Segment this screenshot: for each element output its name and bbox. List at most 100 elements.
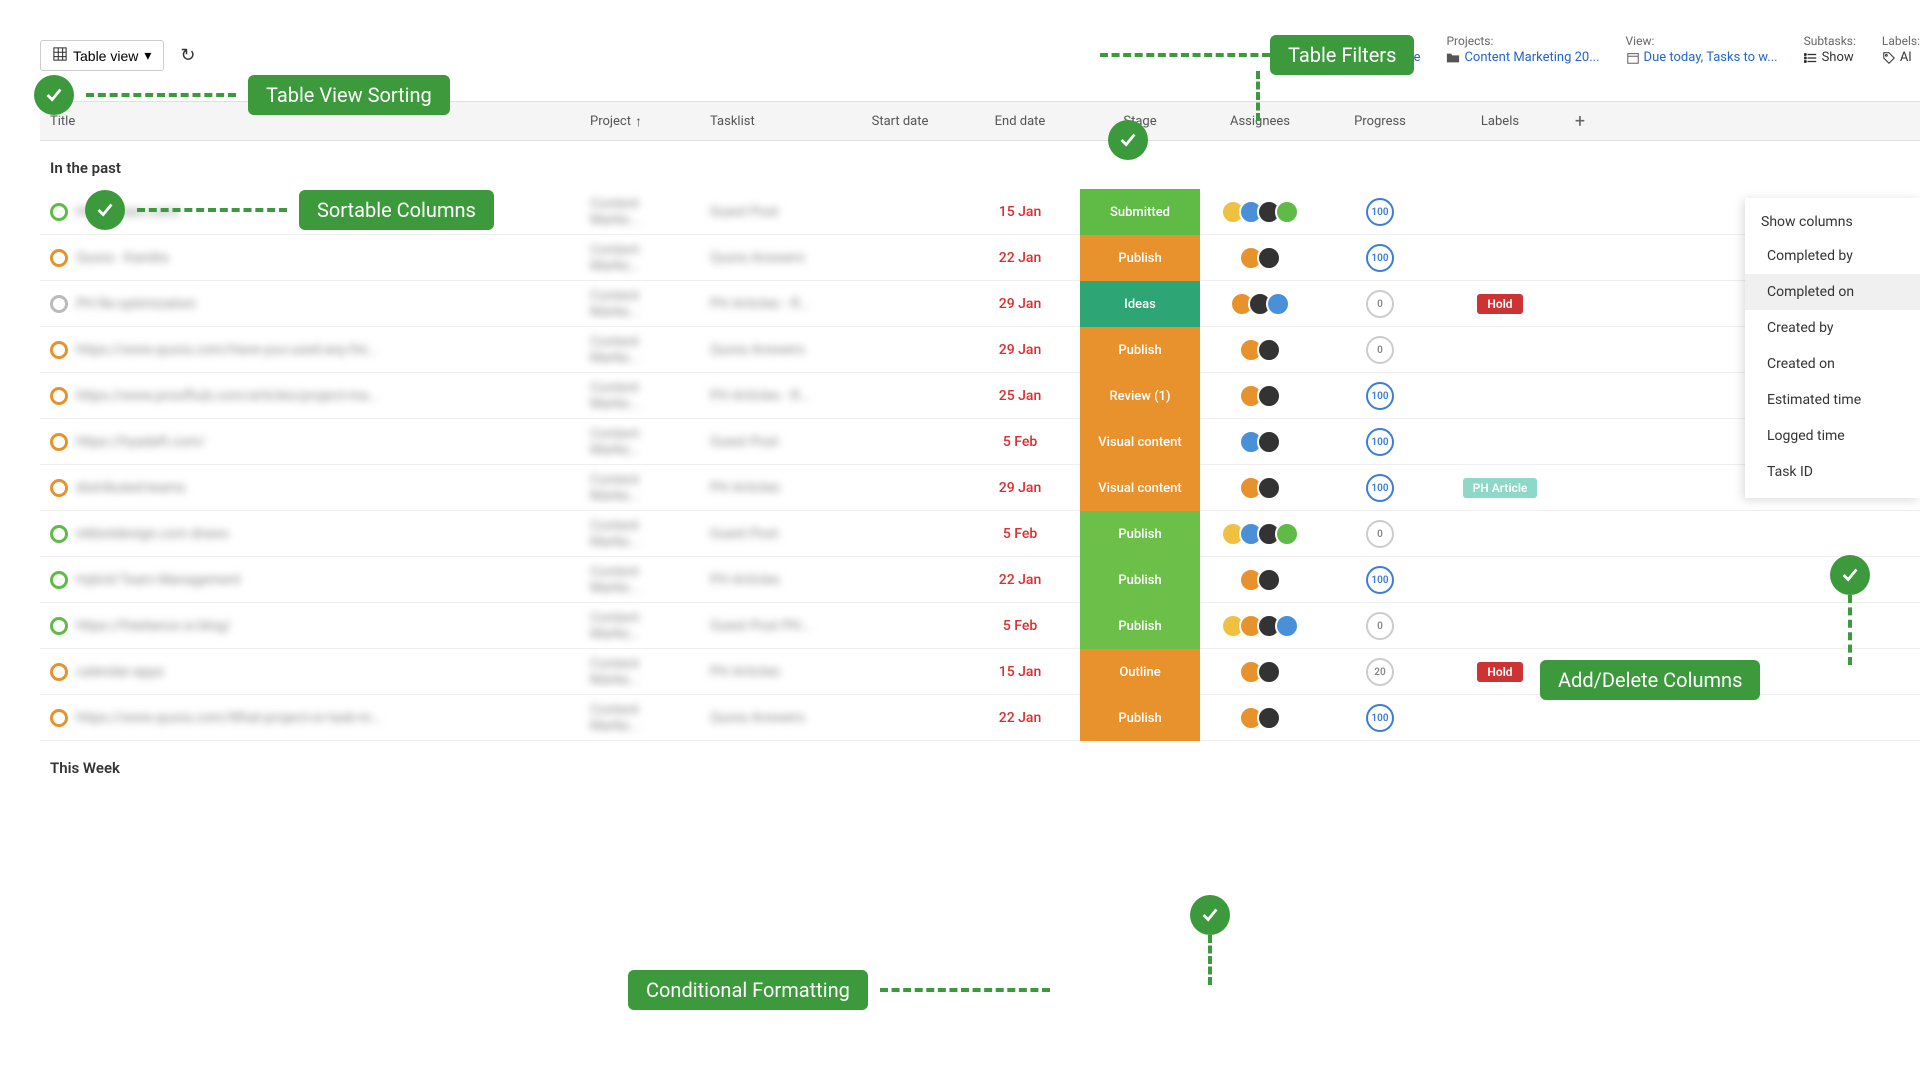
table-row[interactable]: https://hyadaft.com/ Content Marke... Gu… (40, 419, 1920, 465)
task-tasklist: Guest Post (700, 526, 840, 542)
avatar (1257, 660, 1281, 684)
task-project: Content Marke... (580, 242, 700, 274)
progress-badge: 20 (1366, 658, 1394, 686)
task-stage[interactable]: Submitted (1080, 189, 1200, 235)
dropdown-item[interactable]: Completed on (1745, 274, 1920, 310)
task-stage[interactable]: Visual content (1080, 465, 1200, 511)
status-circle (50, 617, 68, 635)
table-row[interactable]: Quora - Kandra Content Marke... Quora An… (40, 235, 1920, 281)
task-end-date: 29 Jan (960, 342, 1080, 358)
task-tasklist: PH Articles - R... (700, 296, 840, 312)
task-project: Content Marke... (580, 610, 700, 642)
table-row[interactable]: distributed-teams Content Marke... PH Ar… (40, 465, 1920, 511)
table-row[interactable]: https://freelance.or.blog/ Content Marke… (40, 603, 1920, 649)
task-end-date: 15 Jan (960, 204, 1080, 220)
task-project: Content Marke... (580, 426, 700, 458)
task-assignees[interactable] (1230, 292, 1290, 316)
add-column-button[interactable]: + (1560, 111, 1600, 132)
task-assignees[interactable] (1239, 568, 1281, 592)
status-circle (50, 295, 68, 313)
task-stage[interactable]: Ideas (1080, 281, 1200, 327)
dropdown-item[interactable]: Estimated time (1745, 382, 1920, 418)
task-project: Content Marke... (580, 518, 700, 550)
check-icon (34, 75, 74, 115)
dropdown-item[interactable]: Completed by (1745, 238, 1920, 274)
task-end-date: 22 Jan (960, 250, 1080, 266)
task-stage[interactable]: Publish (1080, 695, 1200, 741)
col-end-date[interactable]: End date (960, 114, 1080, 129)
avatar (1257, 246, 1281, 270)
task-stage[interactable]: Publish (1080, 235, 1200, 281)
col-project[interactable]: Project↑ (580, 113, 700, 130)
task-stage[interactable]: Publish (1080, 557, 1200, 603)
task-stage[interactable]: Publish (1080, 511, 1200, 557)
progress-badge: 0 (1366, 520, 1394, 548)
refresh-button[interactable]: ↻ (180, 45, 195, 66)
task-title: https://www.quora.com/Have-you-used-any-… (76, 342, 378, 358)
labels-filter-value[interactable]: Al (1882, 50, 1920, 65)
check-icon (1108, 120, 1148, 160)
table-row[interactable]: PH Re-optimization Content Marke... PH A… (40, 281, 1920, 327)
progress-badge: 0 (1366, 612, 1394, 640)
dropdown-item[interactable]: Created by (1745, 310, 1920, 346)
status-circle (50, 203, 68, 221)
label-pill: Hold (1477, 662, 1522, 682)
task-tasklist: Guest Post (700, 204, 840, 220)
filters-bar: Status: Incomplete Projects: Content Mar… (1338, 34, 1920, 65)
task-end-date: 5 Feb (960, 526, 1080, 542)
dropdown-item[interactable]: Task ID (1745, 454, 1920, 490)
table-row[interactable]: Hybrid Team Management Content Marke... … (40, 557, 1920, 603)
task-assignees[interactable] (1239, 338, 1281, 362)
callout-table-view-sorting: Table View Sorting (34, 75, 450, 115)
dropdown-item[interactable]: Created on (1745, 346, 1920, 382)
task-tasklist: PH Articles (700, 664, 840, 680)
task-stage[interactable]: Publish (1080, 603, 1200, 649)
task-stage[interactable]: Publish (1080, 327, 1200, 373)
task-assignees[interactable] (1221, 614, 1299, 638)
table-row[interactable]: https://www.quora.com/What-project-or-ta… (40, 695, 1920, 741)
dropdown-item[interactable]: Logged time (1745, 418, 1920, 454)
task-tasklist: PH Articles (700, 572, 840, 588)
labels-filter-label: Labels: (1882, 34, 1920, 48)
table-row[interactable]: https://www.proofhub.com/articles/projec… (40, 373, 1920, 419)
progress-badge: 100 (1366, 474, 1394, 502)
task-tasklist: PH Articles (700, 480, 840, 496)
task-assignees[interactable] (1221, 200, 1299, 224)
task-assignees[interactable] (1221, 522, 1299, 546)
col-title[interactable]: Title (40, 114, 580, 129)
task-end-date: 15 Jan (960, 664, 1080, 680)
task-assignees[interactable] (1239, 476, 1281, 500)
task-assignees[interactable] (1239, 384, 1281, 408)
callout-add-delete-columns: Add/Delete Columns (1540, 660, 1760, 700)
task-assignees[interactable] (1239, 706, 1281, 730)
subtasks-filter-value[interactable]: Show (1804, 50, 1856, 65)
task-assignees[interactable] (1239, 430, 1281, 454)
status-circle (50, 571, 68, 589)
progress-badge: 0 (1366, 290, 1394, 318)
task-tasklist: Quora Answers (700, 710, 840, 726)
status-circle (50, 525, 68, 543)
col-labels[interactable]: Labels (1440, 114, 1560, 129)
task-stage[interactable]: Visual content (1080, 419, 1200, 465)
view-filter-value[interactable]: Due today, Tasks to w... (1626, 50, 1778, 65)
check-icon (1830, 555, 1870, 595)
task-end-date: 29 Jan (960, 296, 1080, 312)
avatar (1275, 200, 1299, 224)
task-project: Content Marke... (580, 196, 700, 228)
chevron-down-icon: ▾ (144, 47, 151, 64)
task-project: Content Marke... (580, 380, 700, 412)
task-assignees[interactable] (1239, 246, 1281, 270)
task-tasklist: Guest Post PH... (700, 618, 840, 634)
table-view-button[interactable]: Table view ▾ (40, 40, 164, 71)
projects-filter-value[interactable]: Content Marketing 20... (1446, 50, 1599, 65)
task-stage[interactable]: Review (1) (1080, 373, 1200, 419)
task-project: Content Marke... (580, 656, 700, 688)
task-assignees[interactable] (1239, 660, 1281, 684)
subtasks-filter-label: Subtasks: (1804, 34, 1856, 48)
table-row[interactable]: https://www.quora.com/Have-you-used-any-… (40, 327, 1920, 373)
col-tasklist[interactable]: Tasklist (700, 114, 840, 129)
col-start-date[interactable]: Start date (840, 114, 960, 129)
task-stage[interactable]: Outline (1080, 649, 1200, 695)
avatar (1275, 614, 1299, 638)
table-row[interactable]: inkbotdesign.com draws Content Marke... … (40, 511, 1920, 557)
